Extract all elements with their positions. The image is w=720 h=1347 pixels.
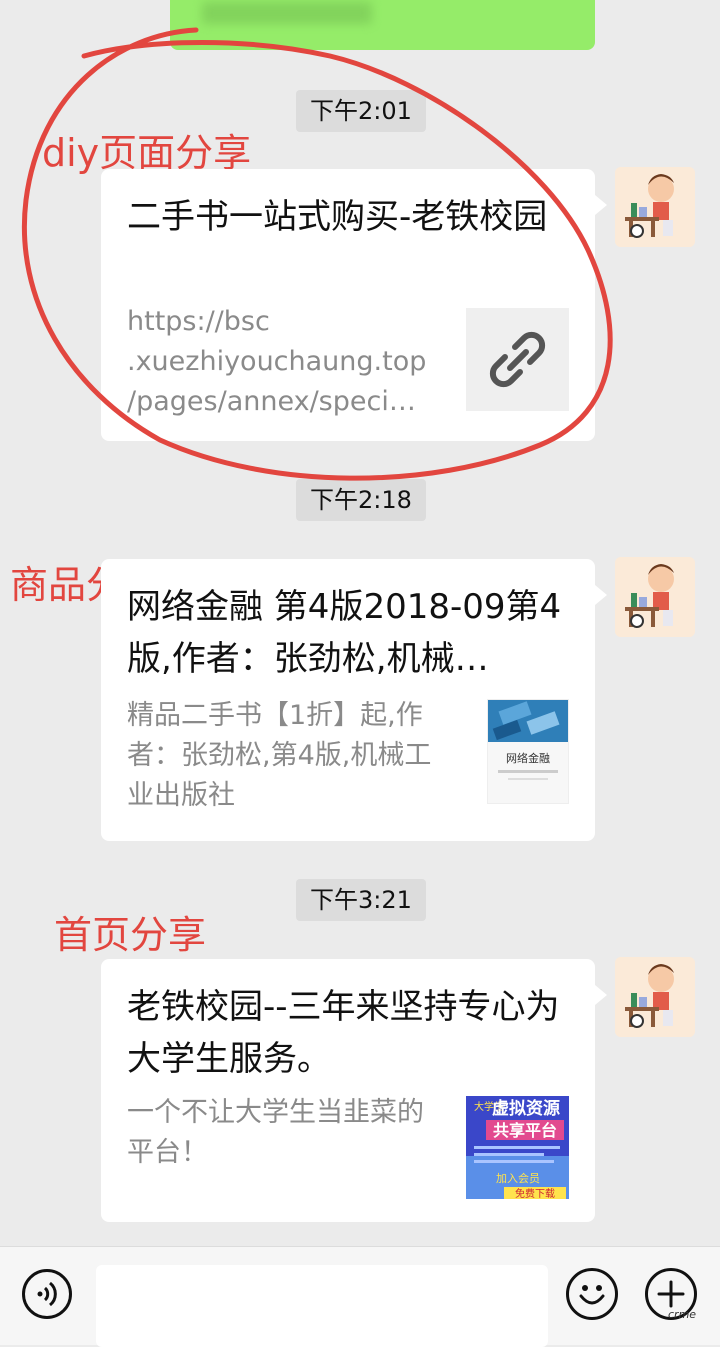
card-title: 网络金融 第4版2018-09第4版,作者：张劲松,机械… [127,587,562,679]
annotation-label: 首页分享 [54,913,207,957]
avatar[interactable] [615,167,695,247]
promo-poster-icon: 大学生 虚拟资源 共享平台 加入会员 免费下载 [466,1096,569,1200]
homepage-card[interactable]: 老铁校园--三年来坚持专心为大学生服务。 一个不让大学生当韭菜的平台！ 大学生 … [101,959,607,1222]
blurred-text [202,2,372,24]
book-cover-icon: 网络金融 [487,699,569,804]
previous-message-bubble[interactable] [170,0,595,50]
link-icon [466,308,569,411]
svg-text:免费下载: 免费下载 [515,1187,555,1199]
avatar[interactable] [615,957,695,1037]
svg-text:共享平台: 共享平台 [493,1121,557,1140]
emoji-icon[interactable] [566,1268,618,1320]
voice-icon[interactable] [22,1269,72,1319]
card-description: 一个不让大学生当韭菜的平台！ [127,1097,424,1168]
card-title: 二手书一站式购买-老铁校园 [127,197,548,237]
watermark: crme [668,1308,697,1321]
svg-text:网络金融: 网络金融 [506,751,550,765]
link-card[interactable]: 二手书一站式购买-老铁校园 https://bsc .xuezhiyouchau… [101,169,607,441]
avatar[interactable] [615,557,695,637]
timestamp: 下午2:01 [296,90,426,132]
product-card[interactable]: 网络金融 第4版2018-09第4版,作者：张劲松,机械… 精品二手书【1折】起… [101,559,607,841]
timestamp: 下午2:18 [296,479,426,521]
svg-text:虚拟资源: 虚拟资源 [492,1098,560,1119]
input-bar [0,1246,720,1347]
card-url: https://bsc .xuezhiyouchaung.top /pages/… [127,306,427,417]
card-title: 老铁校园--三年来坚持专心为大学生服务。 [127,987,560,1079]
card-description: 精品二手书【1折】起,作者：张劲松,第4版,机械工业出版社 [127,700,432,811]
svg-text:加入会员: 加入会员 [496,1172,540,1185]
message-input[interactable] [96,1265,548,1347]
timestamp: 下午3:21 [296,879,426,921]
